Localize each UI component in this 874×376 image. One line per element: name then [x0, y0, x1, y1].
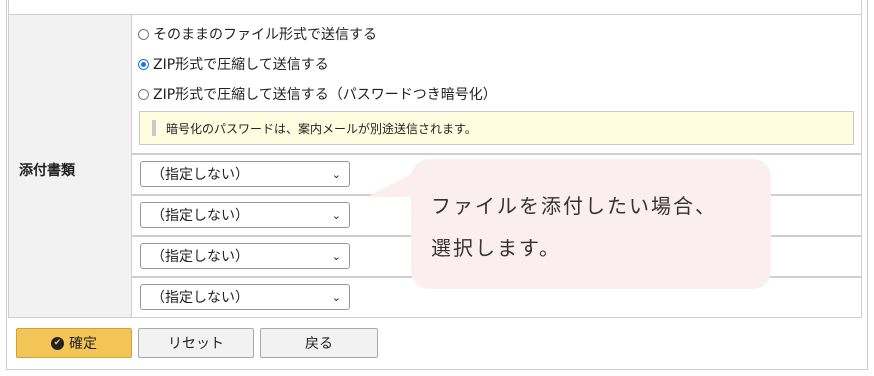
select-value: （指定しない）: [151, 167, 249, 183]
notice-text: 暗号化のパスワードは、案内メールが別途送信されます。: [166, 121, 477, 136]
top-strip: [8, 0, 862, 14]
radio-option-zip[interactable]: ZIP形式で圧縮して送信する: [138, 54, 329, 74]
file-select-2[interactable]: （指定しない） ⌄: [140, 202, 350, 228]
confirm-button[interactable]: ✔ 確定: [16, 328, 132, 358]
file-select-3[interactable]: （指定しない） ⌄: [140, 243, 350, 269]
back-label: 戻る: [305, 336, 333, 352]
radio-label: ZIP形式で圧縮して送信する（パスワードつき暗号化）: [153, 87, 497, 103]
chevron-down-icon: ⌄: [331, 290, 341, 304]
password-notice: 暗号化のパスワードは、案内メールが別途送信されます。: [139, 111, 854, 145]
select-value: （指定しない）: [151, 290, 249, 306]
help-callout: ファイルを添付したい場合、 選択します。: [367, 159, 771, 289]
radio-icon[interactable]: [138, 28, 149, 40]
attachment-label-cell: 添付書類: [8, 14, 132, 318]
callout-line-2: 選択します。: [431, 236, 561, 260]
select-value: （指定しない）: [151, 249, 249, 265]
notice-bar-icon: [152, 120, 156, 136]
confirm-label: 確定: [69, 336, 97, 352]
radio-option-plain[interactable]: そのままのファイル形式で送信する: [138, 24, 377, 44]
radio-option-zip-encrypted[interactable]: ZIP形式で圧縮して送信する（パスワードつき暗号化）: [138, 84, 497, 104]
radio-label: そのままのファイル形式で送信する: [153, 27, 377, 43]
file-select-4[interactable]: （指定しない） ⌄: [140, 284, 350, 310]
file-select-1[interactable]: （指定しない） ⌄: [140, 161, 350, 187]
callout-line-1: ファイルを添付したい場合、: [431, 194, 717, 218]
radio-checked-icon[interactable]: [138, 58, 149, 70]
chevron-down-icon: ⌄: [331, 249, 341, 263]
reset-label: リセット: [168, 336, 224, 352]
chevron-down-icon: ⌄: [331, 208, 341, 222]
attachment-label: 添付書類: [19, 163, 75, 179]
reset-button[interactable]: リセット: [138, 328, 254, 358]
check-circle-icon: ✔: [51, 336, 64, 350]
back-button[interactable]: 戻る: [260, 328, 378, 358]
radio-label: ZIP形式で圧縮して送信する: [153, 57, 329, 73]
chevron-down-icon: ⌄: [331, 167, 341, 181]
select-value: （指定しない）: [151, 208, 249, 224]
radio-icon[interactable]: [138, 88, 149, 100]
